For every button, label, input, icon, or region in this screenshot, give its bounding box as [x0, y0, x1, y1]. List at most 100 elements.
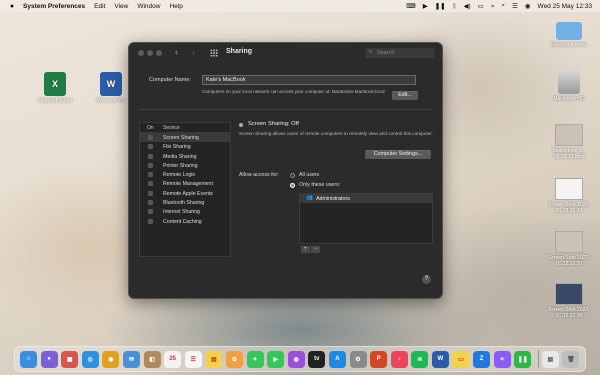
search-icon[interactable]: ⌕ — [501, 2, 505, 10]
desktop-icon-label: Touchstone S... 05.38.12.pptx — [551, 148, 587, 160]
radio-only-these-users[interactable] — [290, 183, 295, 188]
appstore-icon[interactable]: A — [328, 350, 346, 368]
battery-icon[interactable]: ▭ — [478, 2, 484, 10]
service-checkbox[interactable] — [148, 135, 153, 140]
messages-icon[interactable]: ✦ — [246, 350, 264, 368]
forward-icon[interactable]: › — [192, 47, 195, 57]
service-checkbox[interactable] — [148, 162, 153, 168]
computer-name-input[interactable] — [202, 75, 416, 85]
list-item[interactable]: 👥 Administrators — [300, 194, 432, 203]
help-button[interactable]: ? — [422, 275, 431, 284]
mail-icon[interactable]: ✉ — [122, 350, 140, 368]
service-checkbox[interactable] — [148, 200, 153, 206]
desktop-icon-screenshot-2[interactable]: Screen Shot 2022-0...12.32.30 — [544, 231, 594, 267]
desktop-icon-screenshot-1[interactable]: Screen Shot 2022-0...18.36.34 — [544, 178, 594, 214]
menu-edit[interactable]: Edit — [94, 3, 105, 10]
siri-icon[interactable]: ● — [40, 350, 58, 368]
notes-icon[interactable]: ▤ — [205, 350, 223, 368]
contacts-icon[interactable]: ◧ — [143, 350, 161, 368]
service-checkbox[interactable] — [148, 144, 153, 150]
photos-icon[interactable]: ✿ — [225, 350, 243, 368]
service-description: Screen Sharing allows users of remote co… — [239, 131, 433, 136]
service-row-file-sharing[interactable]: File Sharing — [140, 142, 230, 151]
service-row-remote-login[interactable]: Remote Login — [140, 170, 230, 179]
edit-button[interactable]: Edit... — [392, 91, 418, 100]
service-checkbox[interactable] — [148, 209, 153, 215]
facetime-icon[interactable]: ▶ — [267, 350, 285, 368]
search-placeholder: Search — [377, 50, 395, 56]
minimize-window-button[interactable] — [147, 50, 153, 56]
launchpad-icon[interactable]: ▦ — [61, 350, 79, 368]
menubar-clock[interactable]: Wed 25 May 12:33 — [538, 3, 592, 10]
menu-help[interactable]: Help — [169, 3, 182, 10]
wifi-icon[interactable]: ≈ — [491, 3, 495, 10]
service-checkbox[interactable] — [148, 181, 153, 187]
stickies-icon[interactable]: ▭ — [452, 350, 470, 368]
group-icon: 👥 — [306, 195, 313, 201]
facetime-video-icon[interactable]: ❚❚ — [514, 350, 532, 368]
podcasts-icon[interactable]: ◍ — [287, 350, 305, 368]
safari-icon[interactable]: ◎ — [81, 350, 99, 368]
document-icon — [555, 124, 583, 146]
service-row-internet-sharing[interactable]: Internet Sharing — [140, 207, 230, 216]
apple-menu-icon[interactable]: ● — [7, 3, 17, 10]
menu-view[interactable]: View — [114, 3, 128, 10]
service-row-screen-sharing[interactable]: Screen Sharing — [140, 133, 230, 143]
music-icon[interactable]: ♪ — [390, 350, 408, 368]
messenger-icon[interactable]: ✧ — [493, 350, 511, 368]
zalo-icon[interactable]: Z — [473, 350, 491, 368]
radio-all-users[interactable] — [290, 173, 295, 178]
zoom-window-button[interactable] — [156, 50, 162, 56]
service-checkbox[interactable] — [148, 190, 153, 196]
system-preferences-icon[interactable]: ⚙ — [349, 350, 367, 368]
service-row-media-sharing[interactable]: Media Sharing — [140, 152, 230, 161]
play-icon[interactable]: ▶ — [423, 2, 428, 10]
calendar-icon[interactable]: 25 — [164, 350, 182, 368]
desktop-icon-macintosh-hd[interactable]: Macintosh HD — [544, 70, 594, 102]
control-center-icon[interactable]: ☰ — [512, 2, 518, 10]
computer-settings-button[interactable]: Computer Settings... — [365, 150, 431, 159]
chrome-icon[interactable]: ◉ — [102, 350, 120, 368]
desktop-icon-screenshot-3[interactable]: Screen Shot 2022-0...12.32.39 — [544, 283, 594, 319]
desktop-icon-pptx[interactable]: Touchstone S... 05.38.12.pptx — [544, 124, 594, 160]
add-user-button[interactable]: + — [301, 246, 310, 253]
desktop-icon-label: Screen Shot 2022-0...18.36.34 — [548, 202, 590, 214]
window-titlebar[interactable]: ‹ › Sharing ⌕ Search — [129, 43, 442, 63]
search-field[interactable]: ⌕ Search — [365, 48, 435, 58]
service-row-bluetooth-sharing[interactable]: Bluetooth Sharing — [140, 198, 230, 207]
close-window-button[interactable] — [138, 50, 144, 56]
service-row-content-caching[interactable]: Content Caching — [140, 217, 230, 226]
radio-only-these-users-label: Only these users: — [299, 182, 341, 188]
desktop-icon-relocated[interactable]: Relocated Items — [544, 22, 594, 48]
spotify-icon[interactable]: ≋ — [411, 350, 429, 368]
service-checkbox[interactable] — [148, 172, 153, 178]
service-label: Bluetooth Sharing — [163, 200, 205, 207]
trash-icon[interactable]: 🗑 — [562, 350, 580, 368]
desktop-icon-excel[interactable]: X Microsoft Excel — [30, 72, 80, 104]
pause-icon[interactable]: ❚❚ — [435, 2, 446, 10]
finder-icon[interactable]: ☺ — [20, 350, 37, 368]
word-icon[interactable]: W — [431, 350, 449, 368]
service-checkbox[interactable] — [148, 153, 153, 159]
dock-separator — [537, 350, 539, 368]
keyboard-icon[interactable]: ⌨ — [406, 2, 415, 10]
bluetooth-icon[interactable]: ᛒ — [453, 3, 457, 10]
menu-window[interactable]: Window — [137, 3, 160, 10]
show-all-grid-icon[interactable] — [210, 49, 218, 57]
back-icon[interactable]: ‹ — [175, 47, 178, 57]
remove-user-button[interactable]: − — [311, 246, 320, 253]
app-menu[interactable]: System Preferences — [23, 3, 85, 10]
service-row-printer-sharing[interactable]: Printer Sharing — [140, 161, 230, 170]
tv-icon[interactable]: tv — [308, 350, 326, 368]
volume-icon[interactable]: ◀) — [464, 2, 471, 10]
downloads-icon[interactable]: ▤ — [541, 350, 559, 368]
powerpoint-icon[interactable]: P — [370, 350, 388, 368]
service-row-remote-apple-events[interactable]: Remote Apple Events — [140, 189, 230, 198]
screenshot-icon — [555, 231, 583, 253]
service-label: Remote Login — [163, 172, 196, 179]
reminders-icon[interactable]: ☰ — [184, 350, 202, 368]
service-row-remote-management[interactable]: Remote Management — [140, 179, 230, 188]
service-checkbox[interactable] — [148, 218, 153, 224]
siri-icon[interactable]: ◉ — [525, 2, 531, 10]
service-status: Screen Sharing: Off — [248, 121, 299, 127]
